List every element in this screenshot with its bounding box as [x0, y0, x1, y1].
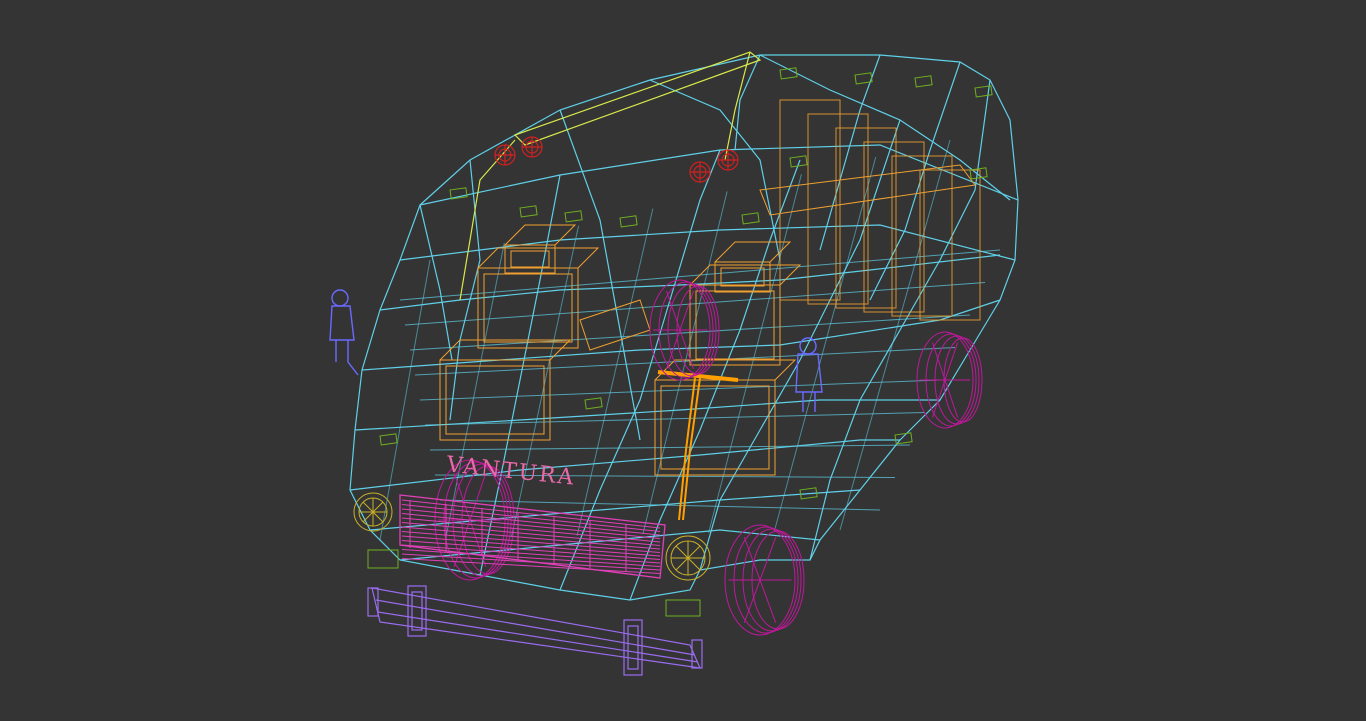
left-headlight-ray — [372, 511, 384, 523]
passenger-seat-cushion — [654, 379, 776, 476]
body-mesh-line — [445, 242, 505, 539]
headrest-left — [504, 244, 556, 274]
body-mesh-line — [773, 157, 877, 532]
rear-bench — [835, 127, 897, 309]
left-headlight-ray — [372, 501, 384, 513]
person-figure-icon — [329, 289, 359, 376]
left-headlight-ray — [362, 501, 374, 513]
front-right-wheel-spoke — [759, 579, 777, 624]
right-headlight-ray — [675, 545, 689, 559]
front-right-wheel-spoke — [759, 536, 777, 581]
marker-detail — [914, 75, 933, 88]
grille-slat — [401, 549, 661, 567]
steering-column — [678, 377, 701, 521]
marker-detail — [584, 397, 603, 410]
left-headlight-ray — [362, 511, 374, 523]
seats-wireframe — [439, 99, 981, 476]
passenger-seat-back — [689, 284, 781, 366]
marker-detail — [619, 215, 638, 228]
body-mesh-line — [510, 225, 580, 538]
right-headlight-ray — [675, 557, 689, 571]
roof-lamps — [494, 136, 739, 183]
right-fog-lamp — [665, 599, 701, 617]
marker-detail — [741, 212, 760, 225]
body-mesh-line — [424, 412, 926, 426]
van-wireframe-model[interactable]: VANTURA — [0, 0, 1366, 721]
driver-seat-back — [477, 267, 579, 349]
marker-detail — [564, 210, 583, 223]
rear-bench — [919, 169, 981, 321]
marker-detail — [854, 72, 873, 85]
rear-bench — [779, 99, 841, 301]
marker-detail — [519, 205, 538, 218]
front-left-wheel-low-spoke — [469, 519, 487, 567]
driver-seat-back-inner — [483, 273, 573, 343]
front-left-wheel-spoke — [679, 290, 694, 331]
body-mesh-line — [429, 444, 911, 451]
front-bumper — [367, 585, 703, 676]
marker-detail — [969, 167, 988, 180]
rear-right-wheel-spoke — [944, 379, 959, 418]
right-headlight-ray — [687, 545, 701, 559]
model-badge: VANTURA — [444, 452, 576, 490]
body-mesh-line — [839, 139, 951, 531]
3d-viewport[interactable]: VANTURA — [0, 0, 1366, 721]
right-headlight-ray — [687, 557, 701, 571]
marker-detail — [379, 433, 398, 446]
rear-right-wheel-spoke — [931, 379, 946, 418]
